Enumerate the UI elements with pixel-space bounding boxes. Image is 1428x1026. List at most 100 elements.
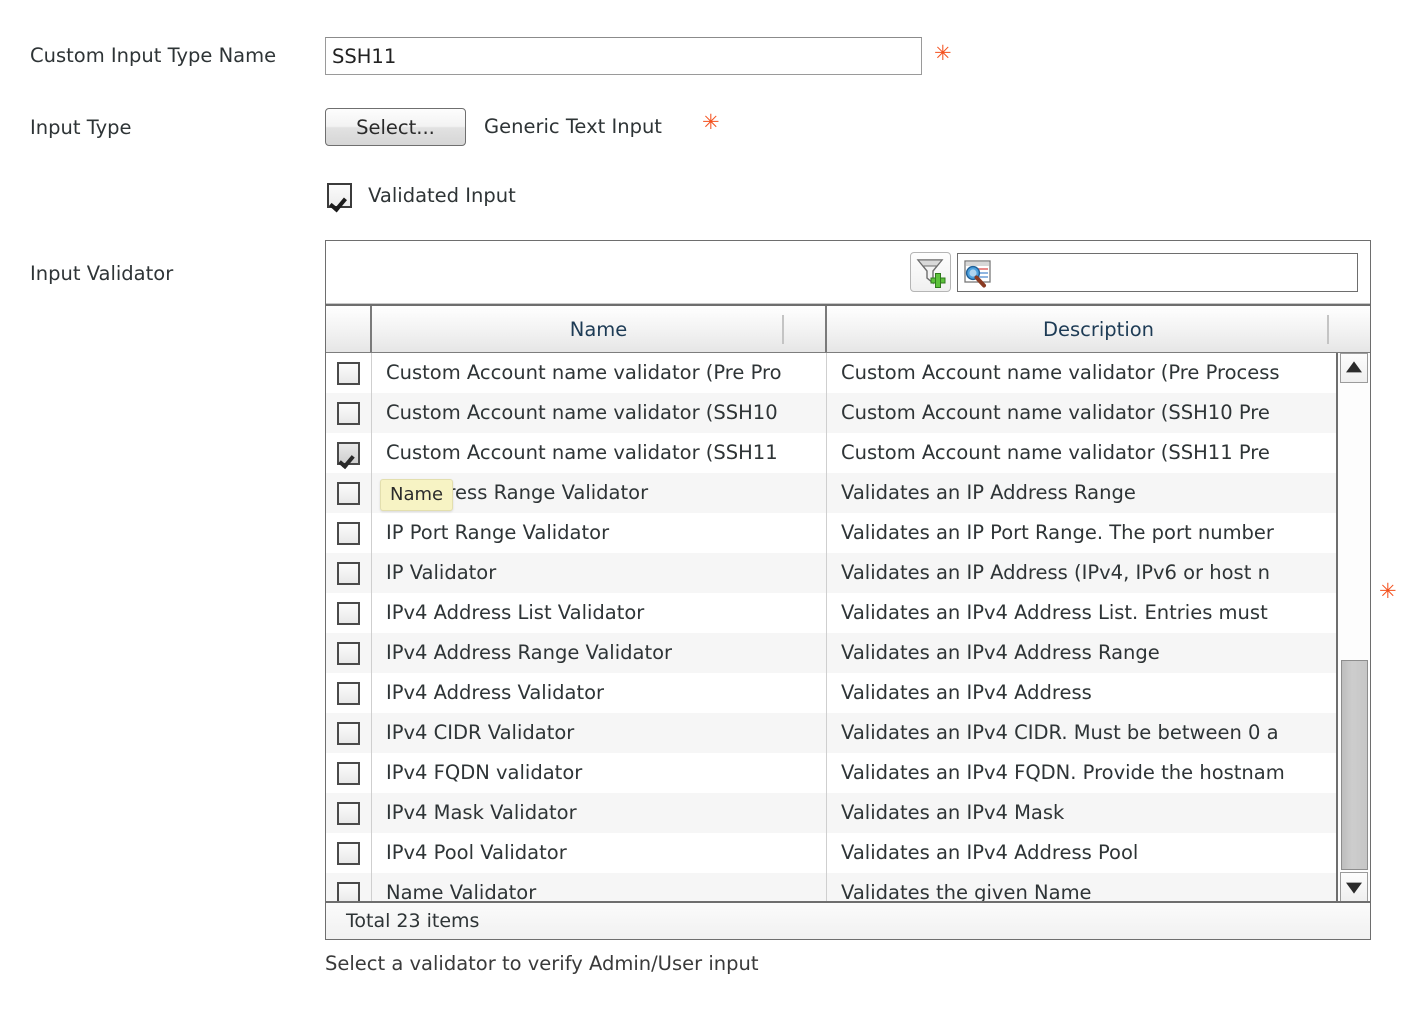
row-checkbox-cell[interactable] [326,593,372,633]
row-checkbox-cell[interactable] [326,513,372,553]
row-checkbox[interactable] [337,441,360,465]
row-name-cell: Custom Account name validator (SSH10 [372,393,827,433]
required-asterisk-icon: ✳ [702,110,720,134]
row-description-cell: Validates an IP Port Range. The port num… [841,521,1274,544]
row-checkbox-cell[interactable] [326,633,372,673]
grid-search-box[interactable] [957,253,1358,292]
table-row[interactable]: IP Address Range Validator Validates an I… [326,473,1336,513]
search-records-glyph [964,260,991,288]
validated-input-row[interactable]: Validated Input [327,183,516,211]
grid-header-description[interactable]: Description [827,306,1370,352]
row-name-cell: IP Validator [372,553,827,593]
validated-input-label: Validated Input [368,184,516,207]
table-row[interactable]: IPv4 Pool Validator Validates an IPv4 Add… [326,833,1336,873]
funnel-add-icon[interactable] [910,252,951,292]
row-checkbox-cell[interactable] [326,713,372,753]
row-checkbox[interactable] [337,881,360,902]
row-checkbox[interactable] [337,361,360,385]
validated-input-checkbox[interactable] [327,183,352,208]
table-row[interactable]: IPv4 CIDR Validator Validates an IPv4 CID… [326,713,1336,753]
scroll-up-button[interactable] [1340,353,1368,383]
row-name-cell: IPv4 Mask Validator [372,793,827,833]
row-checkbox-cell[interactable] [326,753,372,793]
required-asterisk-icon: ✳ [1379,579,1397,603]
table-row[interactable]: IPv4 Mask Validator Validates an IPv4 Mas… [326,793,1336,833]
row-description-cell: Validates an IPv4 Address Pool [841,841,1139,864]
funnel-add-glyph [916,259,946,288]
chevron-down-icon [1346,882,1362,894]
table-row[interactable]: Custom Account name validator (SSH10 Cust… [326,393,1336,433]
row-name-cell: IPv4 FQDN validator [372,753,827,793]
row-checkbox[interactable] [337,721,360,745]
scroll-down-button[interactable] [1340,872,1368,902]
grid-body: Custom Account name validator (Pre Pro Cu… [326,353,1370,902]
row-name-cell: IPv4 CIDR Validator [372,713,827,753]
row-checkbox[interactable] [337,681,360,705]
row-checkbox-cell[interactable] [326,353,372,393]
name-column-tooltip: Name [380,479,454,511]
input-validator-hint: Select a validator to verify Admin/User … [325,952,759,975]
row-checkbox[interactable] [337,801,360,825]
table-row[interactable]: IPv4 Address List Validator Validates an … [326,593,1336,633]
row-checkbox[interactable] [337,561,360,585]
table-row[interactable]: Custom Account name validator (Pre Pro Cu… [326,353,1336,393]
table-row[interactable]: Custom Account name validator (SSH11 Cust… [326,433,1336,473]
table-row[interactable]: IP Validator Validates an IP Address (IPv… [326,553,1336,593]
row-description-cell: Validates an IPv4 Address Range [841,641,1160,664]
grid-header-description-label: Description [1042,317,1155,341]
row-checkbox[interactable] [337,521,360,545]
grid-search-input[interactable] [998,255,1354,290]
row-description-cell: Validates an IPv4 CIDR. Must be between … [841,721,1279,744]
custom-input-type-name-input[interactable] [325,37,922,75]
row-description-cell: Custom Account name validator (SSH10 Pre [841,401,1270,424]
column-resize-handle[interactable] [1327,315,1329,344]
required-asterisk-icon: ✳ [934,41,952,65]
row-name-cell: IP Port Range Validator [372,513,827,553]
grid-header-name[interactable]: Name [372,306,827,352]
row-checkbox-cell[interactable] [326,393,372,433]
table-row[interactable]: IP Port Range Validator Validates an IP P… [326,513,1336,553]
grid-total-items-label: Total 23 items [346,910,480,932]
row-checkbox-cell[interactable] [326,673,372,713]
row-checkbox[interactable] [337,601,360,625]
row-description-cell: Custom Account name validator (SSH11 Pre [841,441,1270,464]
row-checkbox-cell[interactable] [326,873,372,902]
grid-vertical-scrollbar[interactable] [1336,353,1370,902]
row-name-cell: IPv4 Address Range Validator [372,633,827,673]
table-row[interactable]: Name Validator Validates the given Name [326,873,1336,902]
grid-header-name-label: Name [569,317,628,341]
grid-header-row: Name Description [326,304,1370,353]
row-checkbox[interactable] [337,481,360,505]
row-description-cell: Validates an IPv4 Address List. Entries … [841,601,1268,624]
row-checkbox[interactable] [337,841,360,865]
row-checkbox-cell[interactable] [326,473,372,513]
row-checkbox-cell[interactable] [326,833,372,873]
grid-footer: Total 23 items [326,901,1370,939]
row-description-cell: Validates the given Name [841,881,1092,902]
row-name-cell: IPv4 Pool Validator [372,833,827,873]
table-row[interactable]: IPv4 Address Range Validator Validates an… [326,633,1336,673]
column-resize-handle[interactable] [782,315,784,344]
table-row[interactable]: IPv4 Address Validator Validates an IPv4 … [326,673,1336,713]
row-checkbox[interactable] [337,401,360,425]
row-checkbox[interactable] [337,761,360,785]
row-checkbox-cell[interactable] [326,793,372,833]
grid-header-select-all[interactable] [326,306,372,352]
row-checkbox[interactable] [337,641,360,665]
row-description-cell: Validates an IPv4 FQDN. Provide the host… [841,761,1285,784]
row-name-cell: Custom Account name validator (SSH11 [372,433,827,473]
row-name-cell: IPv4 Address Validator [372,673,827,713]
input-validator-label: Input Validator [30,262,174,285]
row-description-cell: Validates an IPv4 Mask [841,801,1065,824]
select-input-type-button[interactable]: Select... [325,108,466,146]
scrollbar-thumb[interactable] [1341,660,1368,870]
grid-rows-container: Custom Account name validator (Pre Pro Cu… [326,353,1336,902]
row-description-cell: Custom Account name validator (Pre Proce… [841,361,1280,384]
grid-toolbar [326,241,1370,304]
table-row[interactable]: IPv4 FQDN validator Validates an IPv4 FQD… [326,753,1336,793]
row-description-cell: Validates an IPv4 Address [841,681,1092,704]
row-checkbox-cell[interactable] [326,433,372,473]
row-description-cell: Validates an IP Address Range [841,481,1136,504]
search-records-icon [962,257,994,289]
row-checkbox-cell[interactable] [326,553,372,593]
